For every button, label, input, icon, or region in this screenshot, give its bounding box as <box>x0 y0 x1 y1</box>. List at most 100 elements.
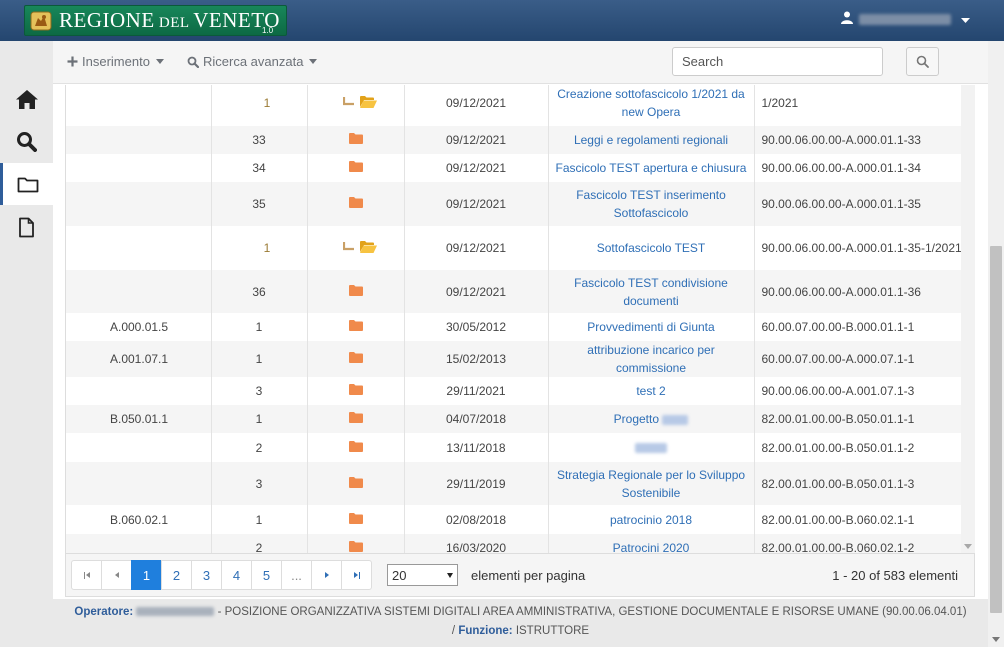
table-row[interactable]: 1 09/12/2021 Creazione sottofascicolo 1/20… <box>66 85 972 126</box>
scroll-down-arrow-icon[interactable] <box>964 544 972 549</box>
table-row[interactable]: 36 09/12/2021 Fascicolo TEST condivisione … <box>66 270 972 313</box>
first-page-button[interactable] <box>71 560 102 590</box>
folder-icon[interactable] <box>348 541 363 553</box>
per-page-select[interactable]: 20 <box>387 564 458 586</box>
table-row[interactable]: 1 09/12/2021 Sottofascicolo TEST 90.00.06.0… <box>66 226 972 270</box>
number-cell: 36 <box>210 270 307 313</box>
number-cell: 1 <box>210 313 307 341</box>
fascicolo-title-link[interactable] <box>635 441 667 455</box>
table-row[interactable]: 3 29/11/2021 test 2 90.00.06.00.00-A.001.07… <box>66 377 972 405</box>
user-icon <box>841 11 853 27</box>
role-value: ISTRUTTORE <box>515 625 590 637</box>
classification-cell: A.000.01.5 <box>110 320 169 334</box>
page-button[interactable]: 3 <box>191 560 222 590</box>
fascicolo-title-link[interactable]: Fascicolo TEST condivisione documenti <box>574 276 728 308</box>
fascicolo-title-link[interactable]: Patrocini 2020 <box>613 541 690 553</box>
folder-icon[interactable] <box>348 512 363 527</box>
table-scrollbar[interactable] <box>961 85 975 553</box>
user-name-redacted <box>859 13 951 25</box>
page-button[interactable]: 4 <box>221 560 252 590</box>
classification-cell <box>66 154 211 182</box>
date-cell: 09/12/2021 <box>403 85 548 126</box>
date-cell: 09/12/2021 <box>403 270 548 313</box>
document-icon <box>19 217 34 237</box>
page-scrollbar[interactable] <box>988 41 1004 647</box>
prev-page-button[interactable] <box>101 560 132 590</box>
toolbar: Inserimento Ricerca avanzata <box>53 41 988 84</box>
search-input[interactable] <box>672 47 883 76</box>
brand-logo[interactable]: REGIONE DEL VENETO <box>24 5 287 36</box>
date-cell: 09/12/2021 <box>403 154 548 182</box>
folder-icon[interactable] <box>348 161 363 175</box>
code-cell: 60.00.07.00.00-B.000.01.1-1 <box>753 313 972 341</box>
scroll-down-arrow-icon[interactable] <box>992 637 1000 642</box>
fascicolo-title-link[interactable]: Provvedimenti di Giunta <box>587 320 714 334</box>
fascicolo-title-link[interactable]: attribuzione incarico per commissione <box>587 343 714 375</box>
table-row[interactable]: 33 09/12/2021 Leggi e regolamenti regional… <box>66 126 972 154</box>
folder-cell <box>306 433 404 462</box>
title-cell: Progetto <box>547 405 754 433</box>
folder-icon[interactable] <box>348 320 363 334</box>
fascicolo-title-link[interactable]: Creazione sottofascicolo 1/2021 da new O… <box>557 87 744 119</box>
folder-icon[interactable] <box>348 197 363 211</box>
folder-icon[interactable] <box>348 284 363 299</box>
table-row[interactable]: 2 16/03/2020 Patrocini 2020 82.00.01.00.00-… <box>66 534 972 553</box>
date-cell: 09/12/2021 <box>403 226 548 270</box>
more-pages-button[interactable]: ... <box>281 560 312 590</box>
table-row[interactable]: B.060.02.1 1 02/08/2018 patrocinio 2018 82.0… <box>66 505 972 534</box>
subfolder-cell <box>306 226 404 270</box>
chevron-down-icon <box>309 59 318 64</box>
folder-icon[interactable] <box>348 133 363 147</box>
search-button[interactable] <box>906 47 939 76</box>
fascicolo-title-link[interactable]: Sottofascicolo TEST <box>597 241 706 255</box>
sidebar-item-search[interactable] <box>0 120 53 162</box>
folder-icon[interactable] <box>348 412 363 426</box>
item-count: 1 - 20 of 583 elementi <box>832 568 958 583</box>
date-cell: 09/12/2021 <box>403 182 548 226</box>
folder-cell <box>306 154 404 182</box>
subfolder-icon[interactable] <box>342 241 377 253</box>
chevron-down-icon <box>447 572 453 578</box>
sidebar-item-home[interactable] <box>0 78 53 120</box>
number-cell: 3 <box>210 462 307 505</box>
title-cell: Creazione sottofascicolo 1/2021 da new O… <box>547 85 754 126</box>
folder-icon[interactable] <box>348 352 363 366</box>
insert-menu-button[interactable]: Inserimento <box>67 54 164 69</box>
date-cell: 29/11/2019 <box>403 462 548 505</box>
table-row[interactable]: A.000.01.5 1 30/05/2012 Provvedimenti di Gi… <box>66 313 972 341</box>
fascicolo-title-link[interactable]: Fascicolo TEST apertura e chiusura <box>556 161 747 175</box>
sidebar-item-document[interactable] <box>0 206 53 248</box>
page-button[interactable]: 5 <box>251 560 282 590</box>
folder-icon[interactable] <box>348 440 363 455</box>
code-cell: 90.00.06.00.00-A.000.01.1-34 <box>753 154 972 182</box>
insert-menu-label: Inserimento <box>82 54 150 69</box>
fascicolo-title-link[interactable]: test 2 <box>636 384 665 398</box>
sidebar-item-folder[interactable] <box>0 163 53 205</box>
fascicolo-title-link[interactable]: Leggi e regolamenti regionali <box>574 133 728 147</box>
folder-cell <box>306 341 404 377</box>
classification-cell <box>66 182 211 226</box>
fascicolo-title-link[interactable]: Strategia Regionale per lo Sviluppo Sost… <box>557 468 745 500</box>
next-page-button[interactable] <box>311 560 342 590</box>
advanced-search-button[interactable]: Ricerca avanzata <box>187 54 318 69</box>
page-button[interactable]: 1 <box>131 560 162 590</box>
table-row[interactable]: A.001.07.1 1 15/02/2013 attribuzione incari… <box>66 341 972 377</box>
folder-icon[interactable] <box>348 476 363 491</box>
folder-icon[interactable] <box>348 384 363 398</box>
fascicolo-title-link[interactable]: Progetto <box>614 412 689 426</box>
user-menu[interactable] <box>841 11 970 27</box>
date-cell: 29/11/2021 <box>403 377 548 405</box>
table-row[interactable]: 2 13/11/2018 82.00.01.00.00-B.050.01.1-2 <box>66 433 972 462</box>
fascicolo-title-link[interactable]: Fascicolo TEST inserimento Sottofascicol… <box>576 188 726 220</box>
table-row[interactable]: B.050.01.1 1 04/07/2018 Progetto 82.00.01.0… <box>66 405 972 433</box>
table-row[interactable]: 35 09/12/2021 Fascicolo TEST inserimento S… <box>66 182 972 226</box>
table-row[interactable]: 3 29/11/2019 Strategia Regionale per lo Sv… <box>66 462 972 505</box>
title-cell: Fascicolo TEST apertura e chiusura <box>547 154 754 182</box>
subfolder-icon[interactable] <box>342 96 377 108</box>
last-page-button[interactable] <box>341 560 372 590</box>
scrollbar-thumb[interactable] <box>990 246 1002 613</box>
table-row[interactable]: 34 09/12/2021 Fascicolo TEST apertura e ch… <box>66 154 972 182</box>
fascicolo-title-link[interactable]: patrocinio 2018 <box>610 513 692 527</box>
page-button[interactable]: 2 <box>161 560 192 590</box>
title-cell: Provvedimenti di Giunta <box>547 313 754 341</box>
